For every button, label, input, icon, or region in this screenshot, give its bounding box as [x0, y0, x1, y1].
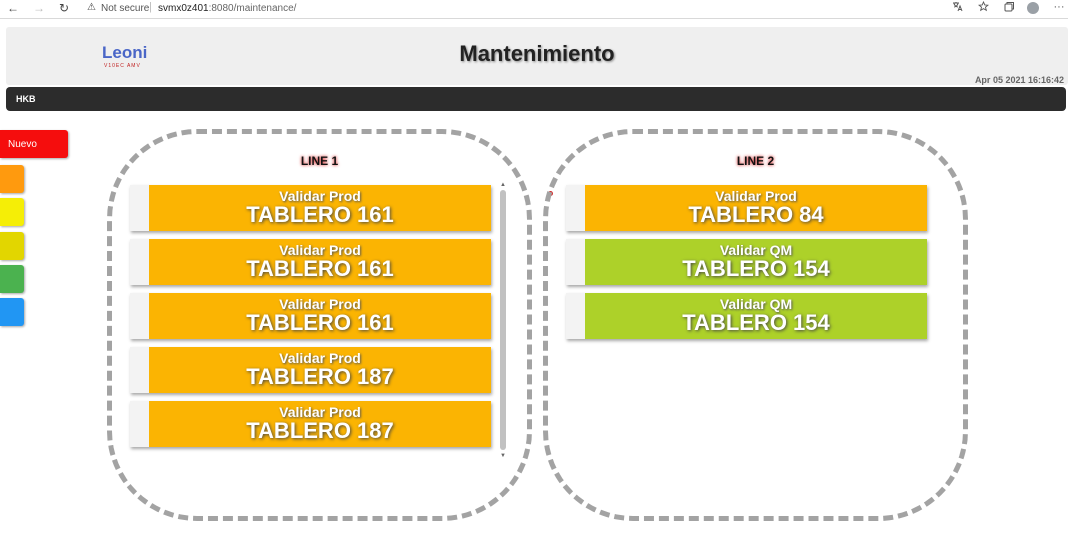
line-1-card-2[interactable]: Validar Prod TABLERO 161: [130, 239, 491, 285]
browser-toolbar: ← → ↻ ⚠ Not secure | svmx0z401:8080/main…: [0, 0, 1068, 19]
line-1-panel: LINE 1 Validar Prod TABLERO 161 Validar …: [107, 129, 532, 521]
line-1-card-4[interactable]: Validar Prod TABLERO 187: [130, 347, 491, 393]
side-tab-orange[interactable]: [0, 165, 24, 193]
translate-icon[interactable]: [950, 1, 964, 15]
page-title: Mantenimiento: [459, 41, 615, 66]
card-tablero: TABLERO 187: [246, 418, 394, 443]
side-tab-olive[interactable]: [0, 232, 24, 260]
scroll-down-icon[interactable]: ▼: [499, 452, 507, 460]
collections-icon[interactable]: [1002, 1, 1016, 15]
reload-icon[interactable]: ↻: [57, 1, 71, 15]
line-2-card-list: Validar Prod TABLERO 84 Validar QM TABLE…: [566, 185, 927, 347]
line-1-card-3[interactable]: Validar Prod TABLERO 161: [130, 293, 491, 339]
side-tab-blue[interactable]: [0, 298, 24, 326]
card-face: Validar Prod TABLERO 187: [149, 401, 491, 447]
line-2-card-1[interactable]: Validar Prod TABLERO 84: [566, 185, 927, 231]
line-1-scrollbar[interactable]: ▲ ▼: [499, 181, 507, 460]
card-face: Validar Prod TABLERO 84: [585, 185, 927, 231]
card-tablero: TABLERO 154: [682, 256, 830, 281]
back-arrow-icon[interactable]: ←: [6, 1, 20, 15]
not-secure-label[interactable]: Not secure: [101, 3, 149, 14]
forward-arrow-icon[interactable]: →: [32, 1, 46, 15]
line-1-title: LINE 1: [300, 154, 339, 168]
url-path: :8080/maintenance/: [208, 3, 297, 14]
line-1-card-list: Validar Prod TABLERO 161 Validar Prod TA…: [130, 185, 491, 455]
nuevo-tab-label: Nuevo: [8, 139, 37, 150]
card-face: Validar Prod TABLERO 161: [149, 239, 491, 285]
card-tablero: TABLERO 187: [246, 364, 394, 389]
line-2-title: LINE 2: [736, 154, 775, 168]
url-separator: |: [149, 1, 152, 13]
line-2-panel: LINE 2 Validar Prod TABLERO 84 Validar Q…: [543, 129, 968, 521]
side-tab-green[interactable]: [0, 265, 24, 293]
card-face: Validar Prod TABLERO 187: [149, 347, 491, 393]
card-tablero: TABLERO 154: [682, 310, 830, 335]
url-host: svmx0z401: [158, 3, 209, 14]
profile-icon[interactable]: [1027, 2, 1039, 14]
nav-bar-label[interactable]: HKB: [16, 94, 36, 104]
datetime-label: Apr 05 2021 16:16:42: [974, 75, 1064, 85]
line-1-card-1[interactable]: Validar Prod TABLERO 161: [130, 185, 491, 231]
card-tablero: TABLERO 161: [246, 256, 394, 281]
card-face: Validar QM TABLERO 154: [585, 293, 927, 339]
nuevo-tab[interactable]: Nuevo: [0, 130, 68, 158]
more-icon[interactable]: ···: [1052, 1, 1066, 13]
line-2-card-2[interactable]: Validar QM TABLERO 154: [566, 239, 927, 285]
favorite-icon[interactable]: [976, 0, 990, 15]
scroll-up-icon[interactable]: ▲: [499, 181, 507, 189]
card-face: Validar Prod TABLERO 161: [149, 185, 491, 231]
card-tablero: TABLERO 84: [688, 202, 824, 227]
card-face: Validar Prod TABLERO 161: [149, 293, 491, 339]
warning-icon[interactable]: ⚠: [87, 2, 96, 13]
card-tablero: TABLERO 161: [246, 310, 394, 335]
address-bar[interactable]: svmx0z401:8080/maintenance/: [158, 3, 296, 14]
scroll-thumb[interactable]: [500, 190, 506, 450]
card-face: Validar QM TABLERO 154: [585, 239, 927, 285]
card-tablero: TABLERO 161: [246, 202, 394, 227]
nav-bar: HKB: [6, 87, 1066, 111]
side-tab-yellow[interactable]: [0, 198, 24, 226]
line-1-card-5[interactable]: Validar Prod TABLERO 187: [130, 401, 491, 447]
page-header: Leoni V10EC AMV Mantenimiento Apr 05 202…: [6, 27, 1068, 85]
line-2-card-3[interactable]: Validar QM TABLERO 154: [566, 293, 927, 339]
